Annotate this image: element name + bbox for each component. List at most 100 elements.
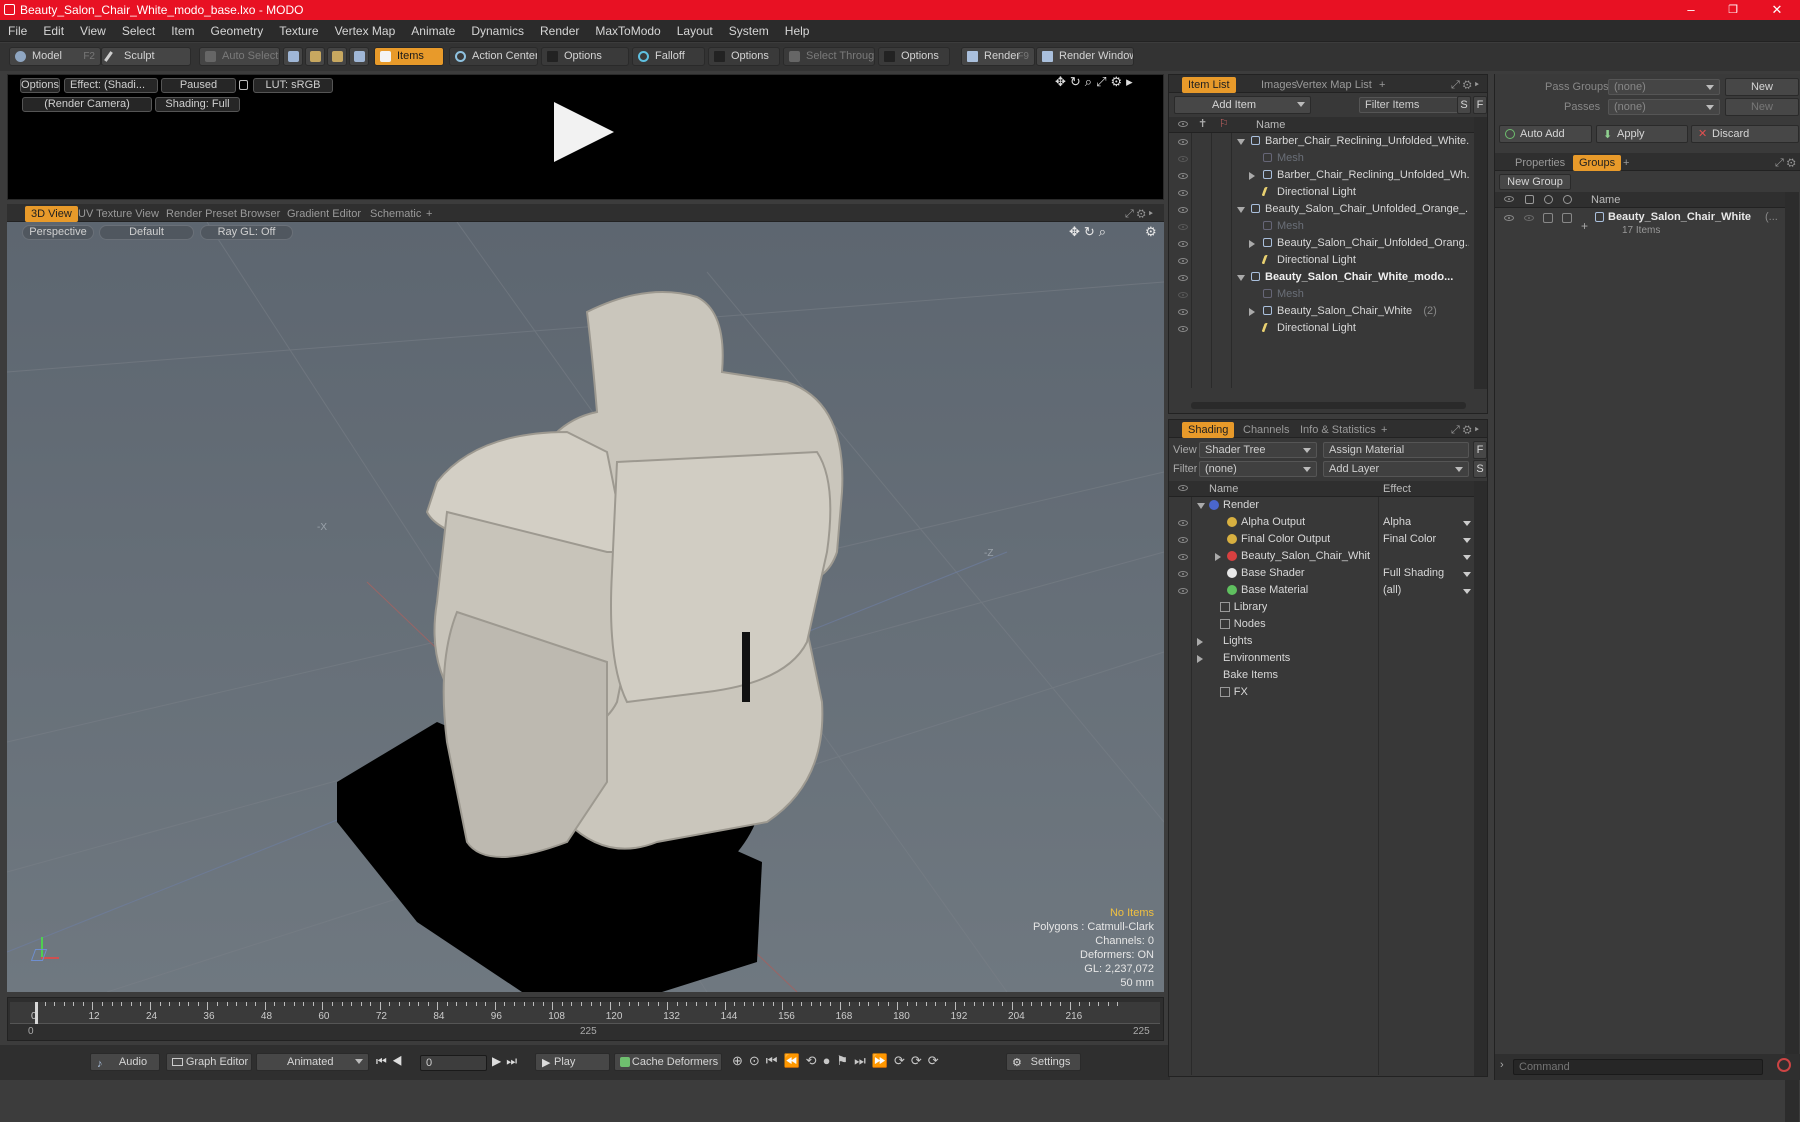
- discard-button[interactable]: ✕ Discard: [1691, 125, 1799, 143]
- item-list-h-scrollbar[interactable]: [1191, 402, 1466, 409]
- visibility-eye-icon[interactable]: [1178, 241, 1188, 247]
- menu-select[interactable]: Select: [114, 20, 163, 38]
- expand-icon[interactable]: [1249, 172, 1255, 180]
- timeline-ruler[interactable]: 0 12 24 36 48 60 72 84 96 108 120 132 144 156 168 180 19…: [10, 1002, 1160, 1024]
- settings-button[interactable]: ⚙ Settings: [1006, 1053, 1081, 1071]
- shading-f-button[interactable]: F: [1473, 441, 1487, 459]
- group-render-icon[interactable]: [1524, 215, 1534, 221]
- shader-tree-row[interactable]: Alpha Output Alpha: [1169, 514, 1474, 531]
- panel-options-icon[interactable]: ⤢⚙▸: [1451, 424, 1482, 437]
- panel-options-icon[interactable]: ⤢⚙: [1775, 157, 1799, 170]
- visibility-eye-icon[interactable]: [1178, 520, 1188, 526]
- groups-scrollbar[interactable]: [1785, 192, 1799, 1122]
- chevron-down-icon[interactable]: [1463, 555, 1471, 560]
- item-list-row[interactable]: Mesh: [1169, 218, 1474, 235]
- materials-mode-button[interactable]: [349, 47, 369, 66]
- play-button[interactable]: ▶ Play: [535, 1053, 610, 1071]
- menu-dynamics[interactable]: Dynamics: [463, 20, 532, 38]
- item-list-row[interactable]: Mesh: [1169, 150, 1474, 167]
- shader-tree-row[interactable]: FX: [1169, 684, 1474, 701]
- new-pass-group-button[interactable]: New: [1725, 78, 1799, 96]
- default-style-dropdown[interactable]: Default: [99, 225, 194, 240]
- tab-images[interactable]: Images: [1261, 79, 1297, 91]
- tab-shading[interactable]: Shading: [1182, 422, 1235, 438]
- filter-dropdown[interactable]: (none): [1199, 461, 1317, 477]
- preview-options-button[interactable]: Options: [20, 78, 60, 93]
- visibility-eye-icon[interactable]: [1178, 190, 1188, 196]
- falloff-button[interactable]: Falloff: [632, 47, 705, 66]
- close-button[interactable]: ✕: [1762, 1, 1792, 19]
- visibility-eye-icon[interactable]: [1178, 309, 1188, 315]
- perspective-dropdown[interactable]: Perspective: [22, 225, 94, 240]
- falloff-options-button[interactable]: Options: [708, 47, 780, 66]
- add-tab-button[interactable]: +: [426, 208, 432, 220]
- view-dropdown[interactable]: Shader Tree: [1199, 442, 1317, 458]
- playhead[interactable]: [35, 1002, 38, 1024]
- timeline[interactable]: 0 12 24 36 48 60 72 84 96 108 120 132 144 156 168 180 19…: [7, 997, 1164, 1041]
- vertices-mode-button[interactable]: [283, 47, 303, 66]
- expand-icon[interactable]: [1215, 553, 1221, 561]
- viewport-settings-icon[interactable]: ⚙: [1145, 224, 1157, 240]
- add-tab-button[interactable]: +: [1623, 157, 1629, 169]
- auto-add-button[interactable]: Auto Add: [1499, 125, 1592, 143]
- item-list-row[interactable]: Directional Light: [1169, 184, 1474, 201]
- new-pass-button[interactable]: New: [1725, 98, 1799, 116]
- collapse-icon[interactable]: [1237, 275, 1245, 281]
- audio-button[interactable]: ♪ Audio: [90, 1053, 160, 1071]
- select-through-options-button[interactable]: Options: [878, 47, 950, 66]
- viewport-panel-options-icon[interactable]: ⤢⚙▸: [1125, 208, 1156, 221]
- action-center-options-button[interactable]: Options: [541, 47, 629, 66]
- shader-tree-row[interactable]: Nodes: [1169, 616, 1474, 633]
- lock-icon[interactable]: [239, 80, 248, 90]
- expand-group-icon[interactable]: +: [1581, 219, 1588, 233]
- minimize-button[interactable]: –: [1676, 1, 1706, 19]
- shading-s-button[interactable]: S: [1473, 460, 1487, 478]
- group-select-checkbox[interactable]: [1562, 213, 1572, 223]
- visibility-eye-icon[interactable]: [1178, 275, 1188, 281]
- command-record-icon[interactable]: [1777, 1058, 1791, 1072]
- menu-edit[interactable]: Edit: [35, 20, 72, 38]
- group-visibility-icon[interactable]: [1504, 215, 1514, 221]
- pass-groups-dropdown[interactable]: (none): [1608, 79, 1720, 95]
- tab-groups[interactable]: Groups: [1573, 155, 1622, 171]
- tab-item-list[interactable]: Item List: [1182, 77, 1236, 93]
- model-mode-button[interactable]: Model F2: [9, 47, 101, 66]
- shader-tree-row[interactable]: Bake Items: [1169, 667, 1474, 684]
- shader-tree-row[interactable]: Beauty_Salon_Chair_Whit ...: [1169, 548, 1474, 565]
- expand-icon[interactable]: [1197, 655, 1203, 663]
- group-row[interactable]: + Beauty_Salon_Chair_White (... 17 Items: [1495, 209, 1785, 243]
- raygl-toggle[interactable]: Ray GL: Off: [200, 225, 293, 240]
- tab-uv-texture-view[interactable]: UV Texture View: [78, 208, 159, 220]
- chevron-down-icon[interactable]: [1463, 521, 1471, 526]
- shader-tree-row[interactable]: Final Color Output Final Color: [1169, 531, 1474, 548]
- item-list-row[interactable]: Mesh: [1169, 286, 1474, 303]
- maximize-button[interactable]: ❐: [1718, 1, 1748, 19]
- tab-schematic[interactable]: Schematic: [370, 208, 421, 220]
- add-layer-dropdown[interactable]: Add Layer: [1323, 461, 1469, 477]
- chevron-down-icon[interactable]: [1463, 572, 1471, 577]
- add-item-dropdown[interactable]: Add Item: [1174, 96, 1311, 114]
- select-through-button[interactable]: Select Through: [783, 47, 875, 66]
- filter-items-input[interactable]: Filter Items: [1359, 97, 1464, 113]
- animated-dropdown[interactable]: Animated: [256, 1053, 369, 1071]
- expand-icon[interactable]: [1249, 240, 1255, 248]
- menu-view[interactable]: View: [72, 20, 114, 38]
- viewport-nav-icons[interactable]: ✥↻⌕: [1069, 224, 1110, 240]
- collapse-icon[interactable]: [1197, 503, 1205, 509]
- effect-dropdown[interactable]: Full Shading: [1383, 567, 1444, 579]
- tab-render-preset-browser[interactable]: Render Preset Browser: [166, 208, 280, 220]
- menu-render[interactable]: Render: [532, 20, 587, 38]
- assign-material-input[interactable]: Assign Material: [1323, 442, 1469, 458]
- item-list-row[interactable]: Beauty_Salon_Chair_White (2): [1169, 303, 1474, 320]
- visibility-eye-icon[interactable]: [1178, 571, 1188, 577]
- command-input[interactable]: [1513, 1059, 1763, 1075]
- expand-icon[interactable]: [1249, 308, 1255, 316]
- lut-dropdown[interactable]: LUT: sRGB: [253, 78, 333, 93]
- 3d-viewport[interactable]: Perspective Default Ray GL: Off ✥↻⌕ ⚙ -X…: [7, 222, 1164, 992]
- edges-mode-button[interactable]: [305, 47, 325, 66]
- item-list-row[interactable]: Beauty_Salon_Chair_White_modo...: [1169, 269, 1474, 286]
- polygons-mode-button[interactable]: [327, 47, 347, 66]
- collapse-icon[interactable]: [1237, 207, 1245, 213]
- shader-tree-row[interactable]: Lights: [1169, 633, 1474, 650]
- apply-button[interactable]: ⬇ Apply: [1596, 125, 1688, 143]
